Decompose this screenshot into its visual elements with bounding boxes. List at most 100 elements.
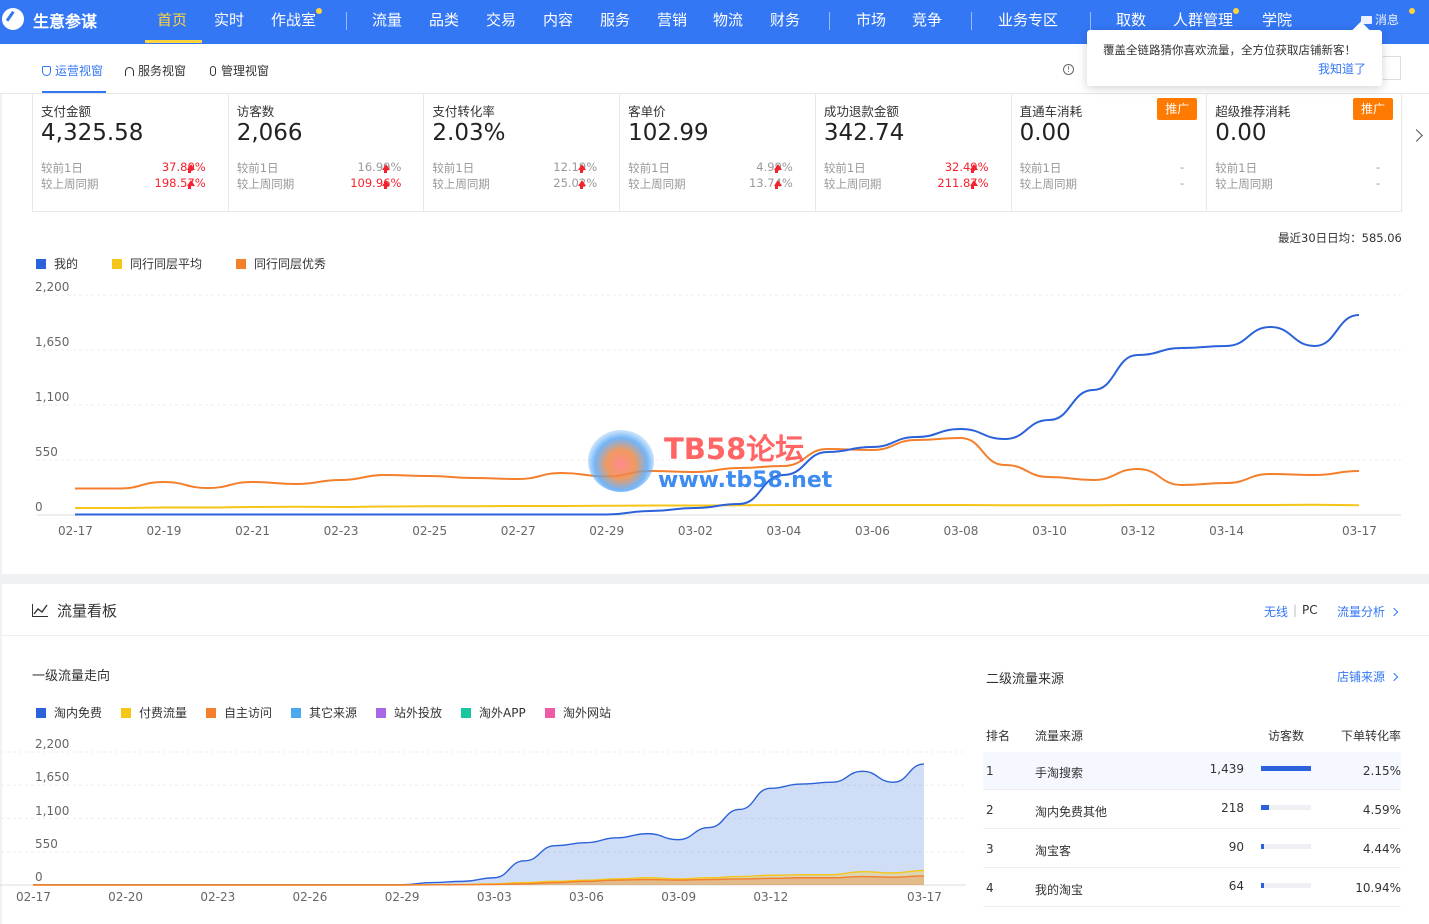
row-visitors: 90 xyxy=(1228,840,1244,854)
traffic-analysis-link[interactable]: 流量分析 xyxy=(1337,603,1399,620)
col-conversion: 下单转化率 xyxy=(1341,729,1402,743)
nav-market[interactable]: 市场 xyxy=(856,9,886,30)
kpi-cards: 支付金额 4,325.58 较前1日 较上周同期 37.80% 198.57% 访客数 2,0… xyxy=(32,94,1402,212)
headset-icon xyxy=(125,67,134,76)
arrow-up-stem xyxy=(188,169,192,173)
nav-finance[interactable]: 财务 xyxy=(770,9,800,30)
y-tick-label: 550 xyxy=(35,836,58,851)
kpi-label: 访客数 xyxy=(236,104,275,119)
nav-business-zone[interactable]: 业务专区 xyxy=(998,9,1058,30)
x-tick-label: 03-17 xyxy=(907,890,942,904)
nav-category[interactable]: 品类 xyxy=(429,9,459,30)
legend-external-app[interactable]: 淘外APP xyxy=(461,704,526,721)
legend-external-site[interactable]: 淘外网站 xyxy=(545,704,611,721)
nav-competition[interactable]: 竞争 xyxy=(912,9,942,30)
visitor-bar-track xyxy=(1261,844,1311,849)
y-tick-label: 1,100 xyxy=(35,390,70,404)
watermark-title: TB58论坛 xyxy=(664,432,805,466)
arrow-up-stem xyxy=(775,169,779,173)
x-tick-label: 03-06 xyxy=(569,890,604,904)
x-tick-label: 03-02 xyxy=(677,524,713,538)
kpi-card[interactable]: 直通车消耗 0.00 较前1日 较上周同期 - - 推广 xyxy=(1012,94,1208,212)
kpi-card[interactable]: 客单价 102.99 较前1日 较上周同期 4.99% 13.74% xyxy=(620,94,816,212)
row-visitors: 1,439 xyxy=(1209,762,1244,776)
x-tick-label: 02-26 xyxy=(292,890,328,904)
legend-peer-excellent[interactable]: 同行同层优秀 xyxy=(236,255,326,272)
kpi-card[interactable]: 访客数 2,066 较前1日 较上周同期 16.99% 109.96% xyxy=(229,94,425,212)
toggle-separator: | xyxy=(1293,603,1298,617)
col-visitors: 访客数 xyxy=(1268,729,1305,743)
bulb-icon xyxy=(210,66,216,76)
pc-toggle[interactable]: PC xyxy=(1302,603,1318,617)
visitor-bar-fill xyxy=(1261,883,1264,888)
thirty-day-average: 最近30日日均：585.06 xyxy=(1278,231,1402,245)
legend-self-visit[interactable]: 自主访问 xyxy=(206,704,272,721)
nav-divider xyxy=(1090,12,1091,30)
nav-divider xyxy=(346,12,347,30)
watermark-url: www.tb58.net xyxy=(658,468,833,493)
arrow-up-stem xyxy=(971,169,975,173)
x-tick-label: 02-27 xyxy=(500,524,536,538)
nav-academy[interactable]: 学院 xyxy=(1262,9,1292,30)
shop-source-link[interactable]: 店铺来源 xyxy=(1337,668,1399,685)
pager-next-button[interactable] xyxy=(1383,56,1401,80)
nav-data-fetch[interactable]: 取数 xyxy=(1116,9,1146,30)
legend-external-ads[interactable]: 站外投放 xyxy=(376,704,442,721)
nav-trade[interactable]: 交易 xyxy=(486,9,516,30)
kpi-label: 客单价 xyxy=(628,104,666,119)
x-tick-label: 02-19 xyxy=(146,524,182,538)
nav-logistics[interactable]: 物流 xyxy=(713,9,743,30)
kpi-value: 102.99 xyxy=(628,120,709,146)
nav-traffic[interactable]: 流量 xyxy=(372,9,402,30)
chevron-right-icon xyxy=(1389,672,1399,682)
row-rank: 3 xyxy=(986,842,994,856)
promo-tooltip: 覆盖全链路猜你喜欢流量，全方位获取店铺新客！ 我知道了 xyxy=(1087,21,1382,86)
kpi-change-week: - xyxy=(1180,176,1185,190)
legend-paid-traffic[interactable]: 付费流量 xyxy=(121,704,187,721)
nav-crowd[interactable]: 人群管理 xyxy=(1173,9,1233,30)
legend-label: 淘外网站 xyxy=(563,706,612,720)
info-icon[interactable]: ! xyxy=(1063,64,1074,75)
tab-management-view[interactable]: 管理视窗 xyxy=(210,62,269,79)
legend-free-in-taobao[interactable]: 淘内免费 xyxy=(36,704,102,721)
nav-war-room[interactable]: 作战室 xyxy=(271,9,316,30)
wireless-toggle[interactable]: 无线 xyxy=(1264,603,1288,620)
x-tick-label: 02-29 xyxy=(589,524,625,538)
kpi-value: 2,066 xyxy=(236,120,303,146)
kpi-card[interactable]: 超级推荐消耗 0.00 较前1日 较上周同期 - - 推广 xyxy=(1207,94,1403,212)
kpi-label: 超级推荐消耗 xyxy=(1215,104,1291,119)
promote-button[interactable]: 推广 xyxy=(1157,98,1198,120)
kpi-card[interactable]: 支付转化率 2.03% 较前1日 较上周同期 12.19% 25.02% xyxy=(424,94,621,212)
x-tick-label: 02-17 xyxy=(16,890,51,904)
kpi-compare-label: 较上周同期 xyxy=(823,177,882,191)
legend-other-source[interactable]: 其它来源 xyxy=(291,704,357,721)
nav-home[interactable]: 首页 xyxy=(157,9,187,30)
brand-title[interactable]: 生意参谋 xyxy=(33,8,97,32)
tab-operation-view[interactable]: 运营视窗 xyxy=(42,62,103,79)
traffic-panel-header xyxy=(2,584,1429,636)
promote-button[interactable]: 推广 xyxy=(1352,98,1393,120)
row-conversion: 4.59% xyxy=(1362,803,1401,817)
nav-service[interactable]: 服务 xyxy=(600,9,630,30)
x-tick-label: 03-03 xyxy=(476,890,512,904)
legend-label: 站外投放 xyxy=(394,706,443,720)
tab-service-view[interactable]: 服务视窗 xyxy=(125,62,186,79)
nav-content[interactable]: 内容 xyxy=(543,9,573,30)
nav-realtime[interactable]: 实时 xyxy=(214,9,244,30)
message-link[interactable]: 消息 xyxy=(1361,11,1399,28)
tooltip-dismiss-link[interactable]: 我知道了 xyxy=(1318,60,1366,77)
legend-peer-average[interactable]: 同行同层平均 xyxy=(112,255,202,272)
tab-label: 运营视窗 xyxy=(55,64,104,78)
tooltip-text: 覆盖全链路猜你喜欢流量，全方位获取店铺新客！ xyxy=(1103,43,1356,57)
kpi-change-day: 4.99% xyxy=(756,160,793,174)
nav-marketing[interactable]: 营销 xyxy=(657,9,687,30)
legend-mine[interactable]: 我的 xyxy=(36,255,78,272)
legend-label: 同行同层平均 xyxy=(130,257,203,271)
kpi-change-week: 109.96% xyxy=(350,176,402,190)
kpi-change-day: 37.80% xyxy=(161,160,206,174)
x-tick-label: 03-09 xyxy=(661,890,697,904)
new-dot-icon xyxy=(1233,8,1239,14)
kpi-card[interactable]: 成功退款金额 342.74 较前1日 较上周同期 32.49% 211.87% xyxy=(816,94,1012,212)
kpi-value: 4,325.58 xyxy=(41,120,144,146)
kpi-card[interactable]: 支付金额 4,325.58 较前1日 较上周同期 37.80% 198.57% xyxy=(33,94,229,212)
